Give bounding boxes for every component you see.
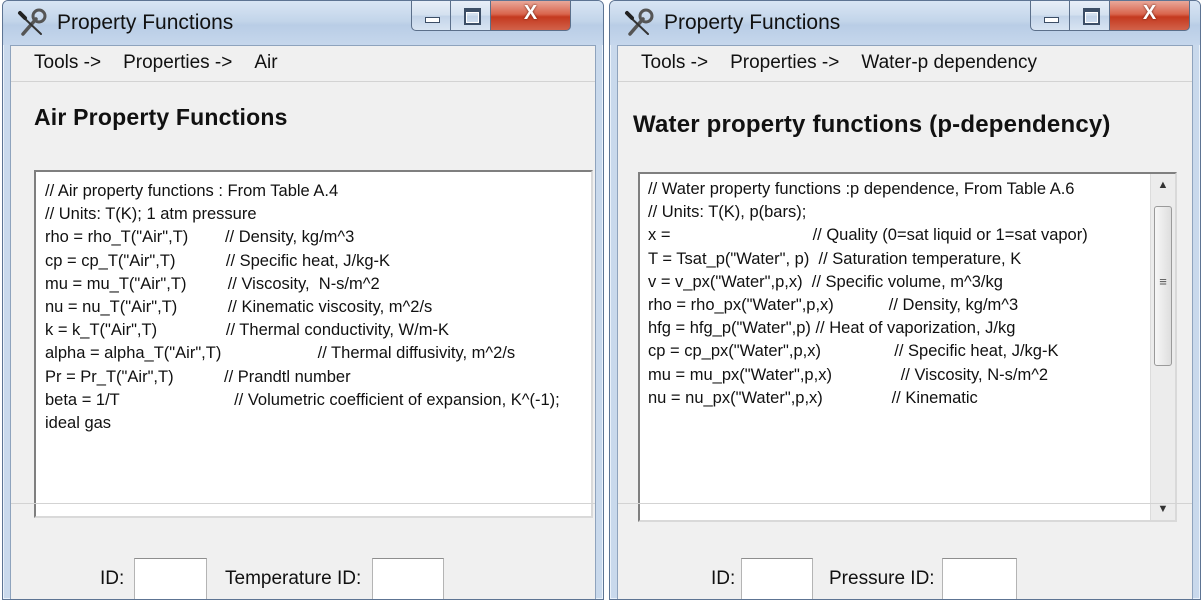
function-code-text: // Water property functions :p dependenc… xyxy=(648,180,1088,407)
id-input[interactable] xyxy=(741,558,813,599)
breadcrumb: Tools -> Properties -> Water-p dependency xyxy=(618,46,1192,82)
minimize-button[interactable] xyxy=(1030,1,1070,31)
breadcrumb-tools[interactable]: Tools -> xyxy=(34,52,101,73)
scroll-thumb[interactable]: ≡ xyxy=(1154,206,1172,366)
close-button[interactable]: X xyxy=(491,1,571,31)
caption-buttons: X xyxy=(411,1,571,31)
title-bar[interactable]: Property Functions X xyxy=(3,1,603,45)
breadcrumb-current[interactable]: Air xyxy=(254,52,277,73)
minimize-button[interactable] xyxy=(411,1,451,31)
breadcrumb-tools[interactable]: Tools -> xyxy=(641,52,708,73)
id-fields-bar: ID: Pressure ID: xyxy=(618,503,1192,599)
breadcrumb-properties[interactable]: Properties -> xyxy=(730,52,839,73)
function-code-text: // Air property functions : From Table A… xyxy=(45,182,560,433)
maximize-button[interactable] xyxy=(1070,1,1110,31)
wrench-screwdriver-icon xyxy=(625,8,654,36)
id-label: ID: xyxy=(100,568,125,589)
close-icon: X xyxy=(523,2,538,24)
pressure-id-label: Pressure ID: xyxy=(829,568,935,589)
wrench-screwdriver-icon xyxy=(18,8,47,36)
page-title: Water property functions (p-dependency) xyxy=(633,111,1111,138)
window-content: Tools -> Properties -> Water-p dependency … xyxy=(617,45,1193,599)
function-code-textarea[interactable]: // Water property functions :p dependenc… xyxy=(638,172,1177,522)
temperature-id-input[interactable] xyxy=(372,558,444,599)
grip-icon: ≡ xyxy=(1159,274,1167,289)
window-title: Property Functions xyxy=(664,11,841,34)
property-functions-window-air: Property Functions X Tools -> Properties … xyxy=(2,0,604,600)
caption-buttons: X xyxy=(1030,1,1190,31)
breadcrumb: Tools -> Properties -> Air xyxy=(11,46,595,82)
id-label: ID: xyxy=(711,568,736,589)
page-title: Air Property Functions xyxy=(34,104,288,130)
temperature-id-label: Temperature ID: xyxy=(225,568,362,589)
close-icon: X xyxy=(1142,2,1157,24)
window-title: Property Functions xyxy=(57,11,234,34)
property-functions-window-water: Property Functions X Tools -> Properties … xyxy=(609,0,1201,600)
id-fields-bar: ID: Temperature ID: xyxy=(11,503,595,599)
close-button[interactable]: X xyxy=(1110,1,1190,31)
breadcrumb-current[interactable]: Water-p dependency xyxy=(861,52,1037,73)
breadcrumb-properties[interactable]: Properties -> xyxy=(123,52,232,73)
window-content: Tools -> Properties -> Air Air Property Fu… xyxy=(10,45,596,599)
id-input[interactable] xyxy=(134,558,207,599)
vertical-scrollbar[interactable]: ▲ ≡ ▼ xyxy=(1150,174,1175,520)
function-code-textarea[interactable]: // Air property functions : From Table A… xyxy=(34,170,593,518)
title-bar[interactable]: Property Functions X xyxy=(610,1,1200,45)
scroll-up-arrow-icon[interactable]: ▲ xyxy=(1151,174,1175,196)
maximize-button[interactable] xyxy=(451,1,491,31)
pressure-id-input[interactable] xyxy=(942,558,1017,599)
